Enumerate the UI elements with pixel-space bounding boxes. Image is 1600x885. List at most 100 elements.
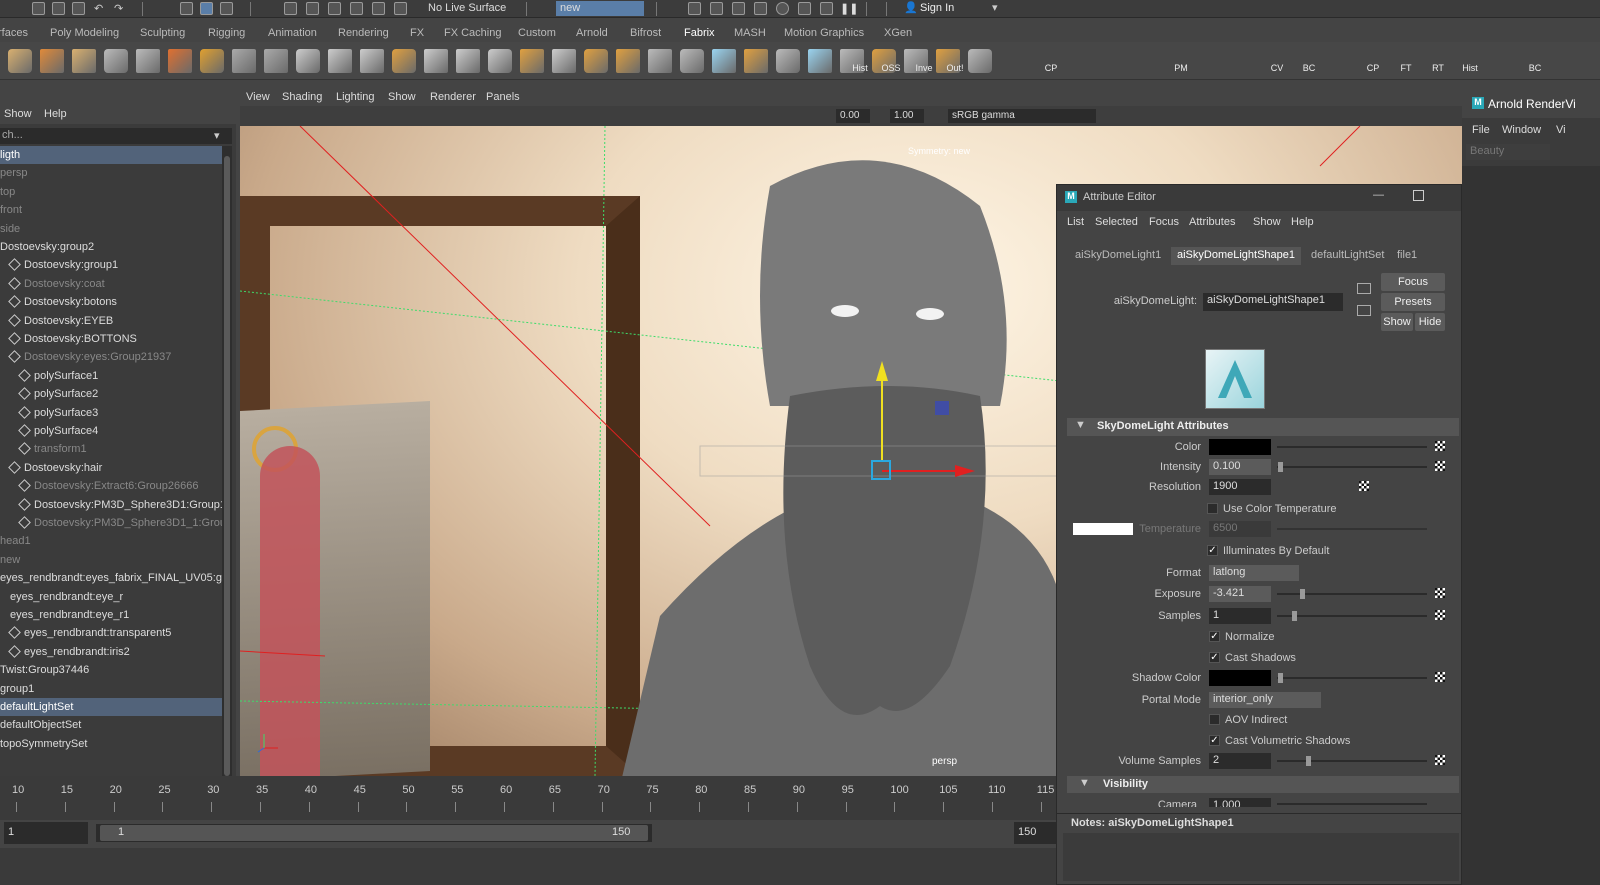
- arnold-menu-window[interactable]: Window: [1502, 124, 1541, 136]
- exposure-field[interactable]: 0.00: [836, 109, 870, 123]
- intensity-field[interactable]: 0.100: [1209, 459, 1271, 475]
- ae-menu-list[interactable]: List: [1067, 216, 1084, 228]
- shelf-tool-icon[interactable]: [136, 49, 160, 73]
- samples-slider[interactable]: [1277, 615, 1427, 617]
- shadow-color-swatch[interactable]: [1209, 670, 1271, 686]
- viewport-menu-show[interactable]: Show: [388, 91, 416, 103]
- outliner-item[interactable]: Dostoevsky:botons: [0, 293, 222, 311]
- tab-file1[interactable]: file1: [1391, 247, 1423, 265]
- outliner-item[interactable]: Twist:Group37446: [0, 661, 222, 679]
- viewport-menu-panels[interactable]: Panels: [486, 91, 520, 103]
- outliner-item[interactable]: eyes_rendbrandt:eye_r1: [0, 606, 222, 624]
- light-editor-icon[interactable]: [798, 2, 811, 15]
- start-time-field[interactable]: 1: [4, 822, 88, 844]
- shelf-tab-xgen[interactable]: XGen: [884, 27, 912, 39]
- shelf-tool-icon[interactable]: [712, 49, 736, 73]
- section-visibility[interactable]: Visibility: [1067, 776, 1459, 793]
- intensity-slider-handle[interactable]: [1278, 462, 1283, 472]
- select-component-icon[interactable]: [220, 2, 233, 15]
- outliner-item[interactable]: polySurface3: [0, 404, 222, 422]
- snap-vertex-icon[interactable]: [394, 2, 407, 15]
- end-time-field[interactable]: 150: [1014, 822, 1056, 844]
- color-slider[interactable]: [1277, 446, 1427, 448]
- arnold-aov-select[interactable]: Beauty: [1466, 144, 1550, 160]
- outliner-item[interactable]: defaultLightSet: [0, 698, 222, 716]
- input-connections-icon[interactable]: [1357, 283, 1371, 294]
- cast-shadows-checkbox[interactable]: ✓: [1209, 652, 1220, 663]
- viewport-menu-shading[interactable]: Shading: [282, 91, 322, 103]
- resolution-map-icon[interactable]: [1359, 481, 1369, 491]
- outliner-item[interactable]: ligth: [0, 146, 222, 164]
- shelf-tool-icon[interactable]: [296, 49, 320, 73]
- shadow-color-map-icon[interactable]: [1435, 672, 1445, 682]
- outliner-item[interactable]: group1: [0, 680, 222, 698]
- shelf-tab-sculpting[interactable]: Sculpting: [140, 27, 185, 39]
- shelf-tool-icon[interactable]: [520, 49, 544, 73]
- workspace-field[interactable]: new: [556, 1, 644, 16]
- render-settings-icon[interactable]: [732, 2, 745, 15]
- output-connections-icon[interactable]: [1357, 305, 1371, 316]
- live-surface-field[interactable]: No Live Surface: [424, 1, 520, 16]
- collapse-triangle-icon[interactable]: ▼: [1079, 777, 1090, 789]
- tab-aiskydomelight1[interactable]: aiSkyDomeLight1: [1069, 247, 1167, 265]
- node-name-field[interactable]: aiSkyDomeLightShape1: [1203, 293, 1343, 311]
- hypershade-icon[interactable]: [754, 2, 767, 15]
- snap-surface-icon[interactable]: [372, 2, 385, 15]
- attribute-editor-titlebar[interactable]: M Attribute Editor —: [1057, 185, 1461, 211]
- outliner-search-input[interactable]: ch...: [0, 128, 232, 144]
- shelf-tab-bifrost[interactable]: Bifrost: [630, 27, 661, 39]
- shelf-tool-icon[interactable]: [456, 49, 480, 73]
- arnold-render-area[interactable]: [1462, 166, 1600, 885]
- outliner-item[interactable]: polySurface1: [0, 367, 222, 385]
- color-map-icon[interactable]: [1435, 441, 1445, 451]
- shelf-tool-icon[interactable]: [808, 49, 832, 73]
- shelf-tool-icon[interactable]: [392, 49, 416, 73]
- outliner-item[interactable]: front: [0, 201, 222, 219]
- shelf-tool-icon[interactable]: [552, 49, 576, 73]
- shelf-tool-icon[interactable]: [424, 49, 448, 73]
- shelf-tool-icon[interactable]: [264, 49, 288, 73]
- shelf-tool-icon[interactable]: [680, 49, 704, 73]
- color-swatch[interactable]: [1209, 439, 1271, 455]
- illuminates-by-default-checkbox[interactable]: ✓: [1207, 545, 1218, 556]
- shelf-tab-rigging[interactable]: Rigging: [208, 27, 245, 39]
- outliner-item[interactable]: Dostoevsky:group2: [0, 238, 222, 256]
- outliner-item[interactable]: Dostoevsky:PM3D_Sphere3D1_1:Group: [0, 514, 222, 532]
- chevron-down-icon[interactable]: ▾: [992, 1, 998, 14]
- chevron-down-icon[interactable]: ▾: [214, 129, 220, 142]
- shelf-tool-icon[interactable]: [968, 49, 992, 73]
- new-scene-icon[interactable]: [32, 2, 45, 15]
- snap-view-icon[interactable]: [350, 2, 363, 15]
- command-line[interactable]: [0, 848, 1056, 885]
- outliner-menu-show[interactable]: Show: [4, 108, 32, 120]
- colorspace-select[interactable]: sRGB gamma: [948, 109, 1096, 123]
- ae-menu-show[interactable]: Show: [1253, 216, 1281, 228]
- outliner-item[interactable]: eyes_rendbrandt:eye_r: [0, 588, 222, 606]
- render-view-icon[interactable]: [776, 2, 789, 15]
- shelf-tool-icon[interactable]: [488, 49, 512, 73]
- undo-icon[interactable]: ↶: [94, 2, 107, 15]
- select-hierarchy-icon[interactable]: [180, 2, 193, 15]
- outliner-item[interactable]: new: [0, 551, 222, 569]
- hide-button[interactable]: Hide: [1415, 313, 1445, 331]
- samples-field[interactable]: 1: [1209, 608, 1271, 624]
- shelf-tab-fx-caching[interactable]: FX Caching: [444, 27, 501, 39]
- shelf-tab-custom[interactable]: Custom: [518, 27, 556, 39]
- select-object-icon[interactable]: [200, 2, 213, 15]
- shelf-tab-rfaces[interactable]: rfaces: [0, 27, 28, 39]
- samples-map-icon[interactable]: [1435, 610, 1445, 620]
- outliner-item[interactable]: Dostoevsky:hair: [0, 459, 222, 477]
- shelf-tool-icon[interactable]: [616, 49, 640, 73]
- volume-samples-map-icon[interactable]: [1435, 755, 1445, 765]
- outliner-item[interactable]: Dostoevsky:group1: [0, 256, 222, 274]
- exposure-slider-handle[interactable]: [1300, 589, 1305, 599]
- format-select[interactable]: latlong: [1209, 565, 1299, 581]
- outliner-item[interactable]: defaultObjectSet: [0, 716, 222, 734]
- open-scene-icon[interactable]: [52, 2, 65, 15]
- outliner-item[interactable]: head1: [0, 532, 222, 550]
- outliner-item[interactable]: persp: [0, 164, 222, 182]
- outliner-item[interactable]: eyes_rendbrandt:eyes_fabrix_FINAL_UV05:g…: [0, 569, 222, 587]
- shelf-tab-fx[interactable]: FX: [410, 27, 424, 39]
- outliner-item[interactable]: Dostoevsky:EYEB: [0, 312, 222, 330]
- outliner-item[interactable]: transform1: [0, 440, 222, 458]
